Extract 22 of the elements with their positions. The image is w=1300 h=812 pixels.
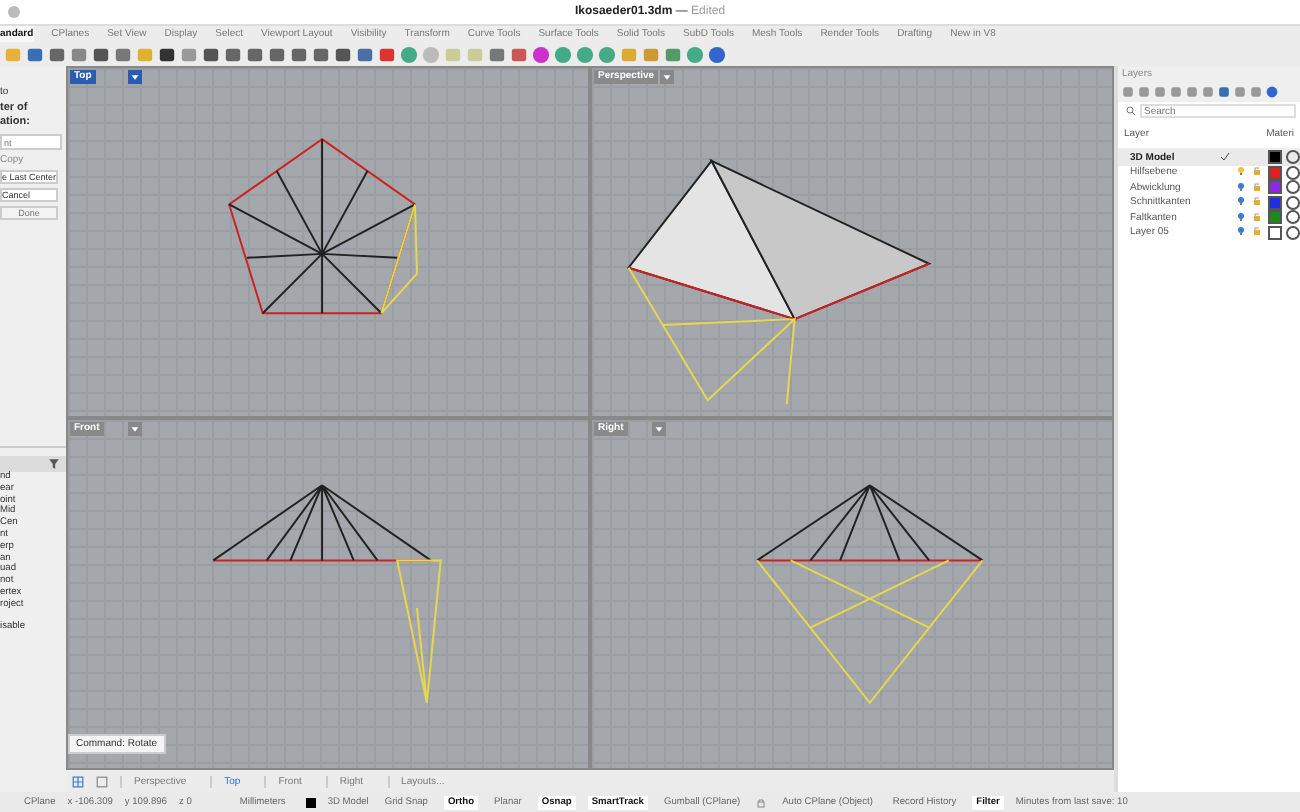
- color-swatch[interactable]: [1268, 225, 1282, 240]
- grid-layout-icon[interactable]: [72, 775, 84, 787]
- caret-icon[interactable]: [128, 70, 142, 84]
- color-swatch[interactable]: [1268, 210, 1282, 225]
- material-circle[interactable]: [1286, 165, 1300, 180]
- search-icon: [1126, 106, 1136, 116]
- single-view-icon[interactable]: [96, 775, 108, 787]
- material-circle[interactable]: [1286, 210, 1300, 225]
- caret-icon[interactable]: [660, 70, 674, 84]
- filter-icon[interactable]: [48, 458, 60, 470]
- layer-swatch: [305, 797, 316, 807]
- color-swatch[interactable]: [1268, 195, 1282, 210]
- color-swatch[interactable]: [1268, 180, 1282, 195]
- material-circle[interactable]: [1286, 225, 1300, 240]
- color-swatch[interactable]: [1268, 150, 1282, 165]
- material-circle[interactable]: [1286, 180, 1300, 195]
- window-controls-icon[interactable]: [8, 6, 20, 18]
- caret-icon[interactable]: [128, 422, 142, 436]
- caret-icon[interactable]: [652, 422, 666, 436]
- material-circle[interactable]: [1286, 195, 1300, 210]
- material-circle[interactable]: [1286, 150, 1300, 165]
- filter-bar[interactable]: [0, 456, 66, 472]
